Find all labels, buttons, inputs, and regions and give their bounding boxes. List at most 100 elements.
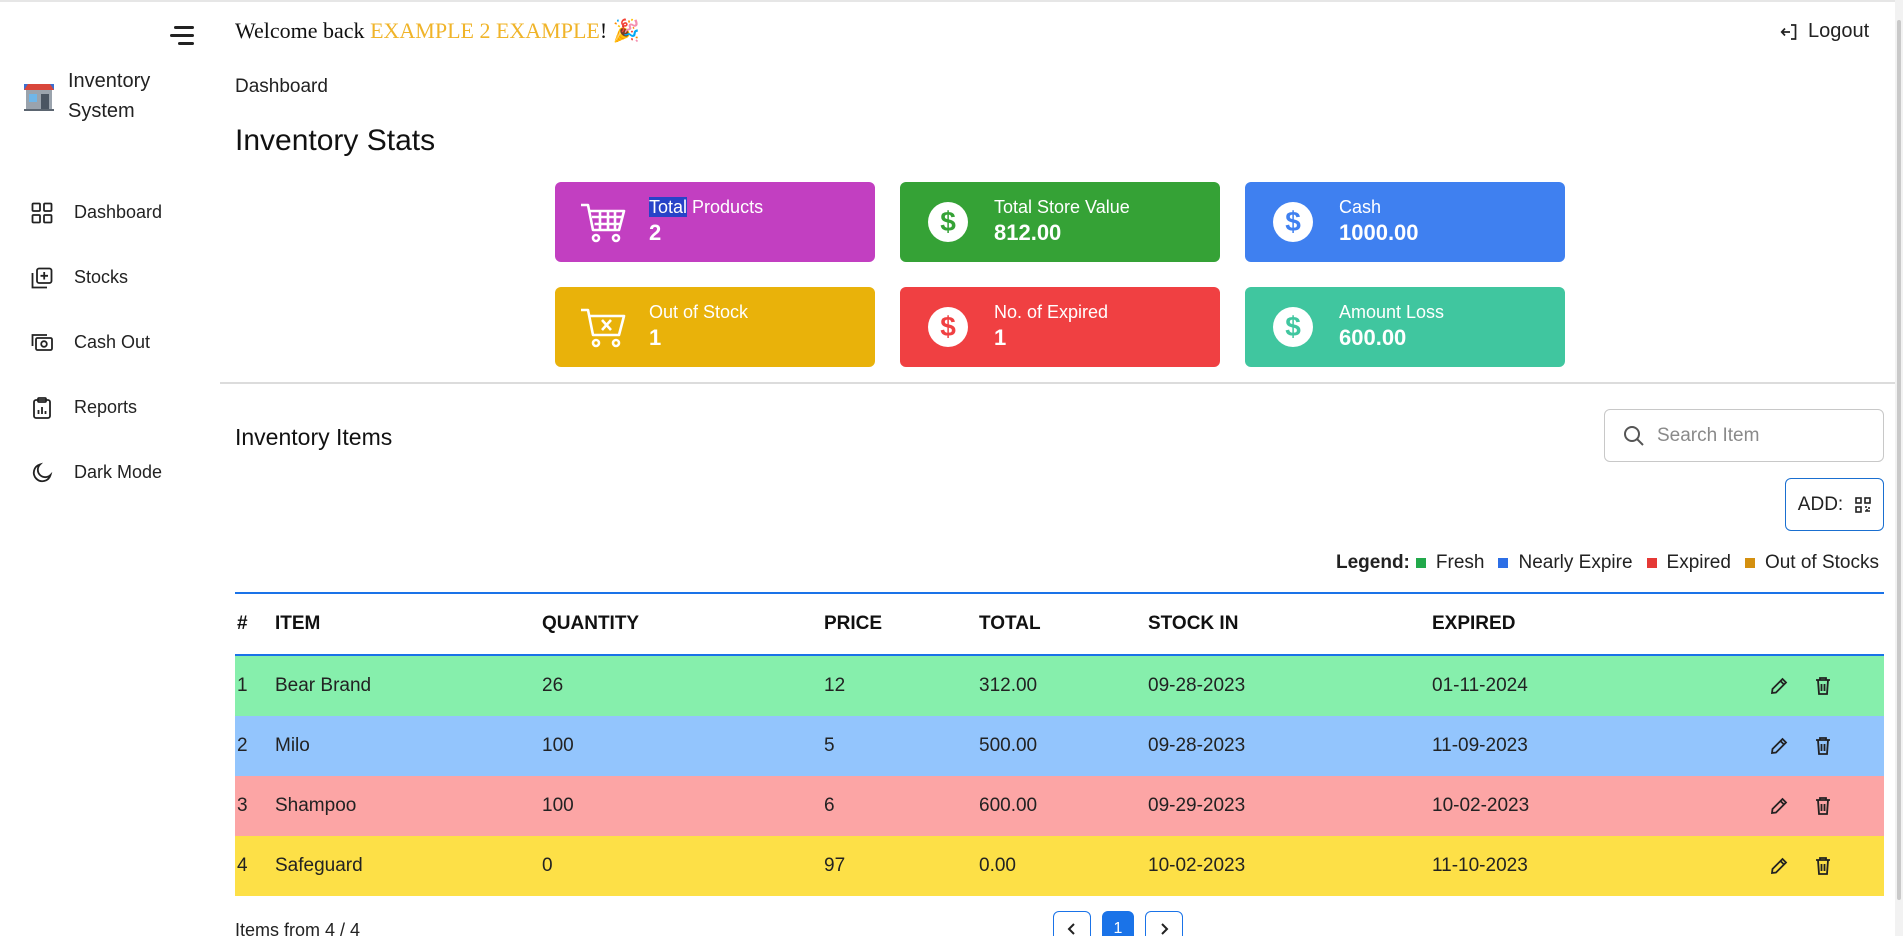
legend-swatch xyxy=(1415,558,1426,568)
add-label: ADD: xyxy=(1797,493,1844,515)
table-row[interactable]: 4 Safeguard 0 97 0.00 10-02-2023 11-10-2… xyxy=(235,836,1884,896)
stat-value: 2 xyxy=(649,220,662,245)
welcome-suffix: ! xyxy=(599,18,608,43)
section-title: Inventory Items xyxy=(235,424,393,450)
sidebar-item-stocks[interactable]: Stocks xyxy=(0,245,220,310)
legend-item-out-of-stocks: Out of Stocks xyxy=(1744,552,1879,574)
menu-toggle-icon[interactable] xyxy=(170,22,198,50)
stat-label: Out of Stock xyxy=(649,302,749,322)
legend-swatch xyxy=(1498,558,1509,568)
cash-out-icon xyxy=(30,331,54,355)
delete-trash-icon[interactable] xyxy=(1812,795,1834,817)
table-row[interactable]: 2 Milo 100 5 500.00 09-28-2023 11-09-202… xyxy=(235,716,1884,776)
stat-label: Amount Loss xyxy=(1339,302,1445,322)
edit-pencil-icon[interactable] xyxy=(1768,675,1790,697)
logout-button[interactable]: Logout xyxy=(1780,20,1869,43)
sidebar-item-label: Dashboard xyxy=(74,202,163,222)
cart-x-icon xyxy=(577,301,629,353)
table-header: # ITEM QUANTITY PRICE TOTAL STOCK IN EXP… xyxy=(235,594,1884,656)
table-row[interactable]: 3 Shampoo 100 6 600.00 09-29-2023 10-02-… xyxy=(235,776,1884,836)
chevron-right-icon xyxy=(1161,923,1169,935)
stat-label: Total Store Value xyxy=(994,197,1130,217)
header-expired[interactable]: EXPIRED xyxy=(1432,613,1768,635)
header-stock-in[interactable]: STOCK IN xyxy=(1148,613,1432,635)
sidebar-item-cash-out[interactable]: Cash Out xyxy=(0,310,220,375)
stat-card-out-of-stock[interactable]: Out of Stock 1 xyxy=(555,287,875,367)
sidebar-nav: Dashboard Stocks Cash Out Reports Dark M… xyxy=(0,180,220,505)
header-number[interactable]: # xyxy=(235,613,275,635)
dollar-icon: $ xyxy=(922,301,974,353)
stat-value: 812.00 xyxy=(994,220,1062,245)
items-count: Items from 4 / 4 xyxy=(235,920,361,936)
add-item-button[interactable]: ADD: xyxy=(1785,478,1884,531)
logout-label: Logout xyxy=(1808,20,1870,42)
header-total[interactable]: TOTAL xyxy=(979,613,1148,635)
header-quantity[interactable]: QUANTITY xyxy=(542,613,824,635)
section-divider xyxy=(220,382,1903,384)
pagination: 1 xyxy=(1053,911,1183,936)
brand-name: Inventory System xyxy=(68,70,151,122)
sidebar-item-label: Dark Mode xyxy=(74,462,163,482)
brand[interactable]: Inventory System xyxy=(22,66,188,126)
prev-page-button[interactable] xyxy=(1053,911,1091,936)
stat-label: Cash xyxy=(1339,197,1382,217)
scrollbar-thumb[interactable] xyxy=(1897,20,1901,900)
dollar-icon: $ xyxy=(922,196,974,248)
legend-swatch xyxy=(1744,558,1755,568)
row-actions xyxy=(1768,795,1884,817)
dashboard-grid-icon xyxy=(30,201,54,225)
stat-value: 1000.00 xyxy=(1339,220,1419,245)
table-row[interactable]: 1 Bear Brand 26 12 312.00 09-28-2023 01-… xyxy=(235,656,1884,716)
delete-trash-icon[interactable] xyxy=(1812,855,1834,877)
stat-label: Total Products xyxy=(649,197,764,217)
search-icon xyxy=(1624,425,1644,446)
moon-icon xyxy=(30,461,54,485)
cart-icon xyxy=(577,196,629,248)
dollar-icon: $ xyxy=(1267,301,1319,353)
sidebar-item-label: Stocks xyxy=(74,267,129,287)
stat-card-amount-loss[interactable]: $ Amount Loss 600.00 xyxy=(1245,287,1565,367)
page-button-1[interactable]: 1 xyxy=(1102,911,1134,936)
header-item[interactable]: ITEM xyxy=(275,613,542,635)
sidebar: Inventory System Dashboard Stocks Cash O… xyxy=(0,2,220,936)
welcome-message: Welcome back EXAMPLE 2 EXAMPLE! 🎉 xyxy=(235,18,640,44)
dollar-icon: $ xyxy=(1267,196,1319,248)
page-title: Inventory Stats xyxy=(235,124,436,157)
header-price[interactable]: PRICE xyxy=(824,613,979,635)
legend-item-fresh: Fresh xyxy=(1415,552,1484,574)
logout-icon xyxy=(1780,23,1797,40)
legend-item-expired: Expired xyxy=(1646,552,1731,574)
legend: Legend: Fresh Nearly Expire Expired Out … xyxy=(1336,552,1879,574)
search-box[interactable] xyxy=(1604,409,1884,462)
add-stock-icon xyxy=(30,266,54,290)
sidebar-item-dark-mode[interactable]: Dark Mode xyxy=(0,440,220,505)
delete-trash-icon[interactable] xyxy=(1812,675,1834,697)
selected-text: Total xyxy=(649,197,688,217)
stat-card-total-products[interactable]: Total Products 2 xyxy=(555,182,875,262)
sidebar-item-dashboard[interactable]: Dashboard xyxy=(0,180,220,245)
search-input[interactable] xyxy=(1657,424,1877,447)
stat-label: No. of Expired xyxy=(994,302,1109,322)
legend-swatch xyxy=(1646,558,1657,568)
sidebar-item-label: Reports xyxy=(74,397,138,417)
edit-pencil-icon[interactable] xyxy=(1768,855,1790,877)
party-popper-icon: 🎉 xyxy=(612,18,641,43)
legend-item-nearly-expire: Nearly Expire xyxy=(1498,552,1633,574)
user-name: EXAMPLE 2 EXAMPLE xyxy=(370,18,600,43)
edit-pencil-icon[interactable] xyxy=(1768,795,1790,817)
edit-pencil-icon[interactable] xyxy=(1768,735,1790,757)
qr-add-icon xyxy=(1855,496,1872,513)
delete-trash-icon[interactable] xyxy=(1812,735,1834,757)
sidebar-item-reports[interactable]: Reports xyxy=(0,375,220,440)
stat-card-cash[interactable]: $ Cash 1000.00 xyxy=(1245,182,1565,262)
row-actions xyxy=(1768,855,1884,877)
store-logo-icon xyxy=(24,84,54,111)
stat-value: 600.00 xyxy=(1339,325,1407,350)
stat-card-expired[interactable]: $ No. of Expired 1 xyxy=(900,287,1220,367)
next-page-button[interactable] xyxy=(1145,911,1183,936)
breadcrumb: Dashboard xyxy=(235,76,328,97)
stat-value: 1 xyxy=(994,325,1007,350)
legend-title: Legend: xyxy=(1336,552,1410,573)
stat-card-total-store-value[interactable]: $ Total Store Value 812.00 xyxy=(900,182,1220,262)
clipboard-icon xyxy=(30,396,54,420)
